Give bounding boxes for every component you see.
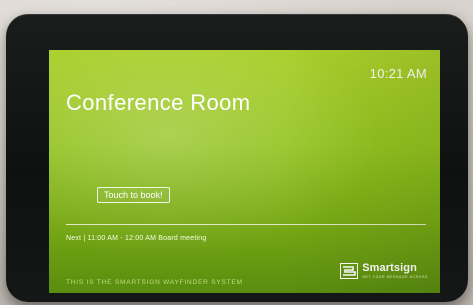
display-device: 10:21 AM Conference Room Touch to book! …: [6, 14, 468, 302]
smartsign-logo-icon: [340, 263, 359, 280]
next-meeting-text: Next | 11:00 AM - 12:00 AM Board meeting: [66, 235, 207, 242]
footer-text: This is the Smartsign Wayfinder System: [66, 279, 243, 286]
brand-tagline: Get your message across: [362, 275, 428, 279]
divider: [66, 224, 426, 225]
brand-logo: Smartsign Get your message across: [340, 263, 428, 280]
room-title: Conference Room: [66, 90, 251, 115]
book-button[interactable]: Touch to book!: [97, 187, 170, 203]
room-display-screen[interactable]: 10:21 AM Conference Room Touch to book! …: [49, 50, 440, 293]
clock: 10:21 AM: [369, 66, 427, 81]
brand-name: Smartsign: [362, 262, 417, 274]
brand-text: Smartsign Get your message across: [362, 263, 428, 280]
